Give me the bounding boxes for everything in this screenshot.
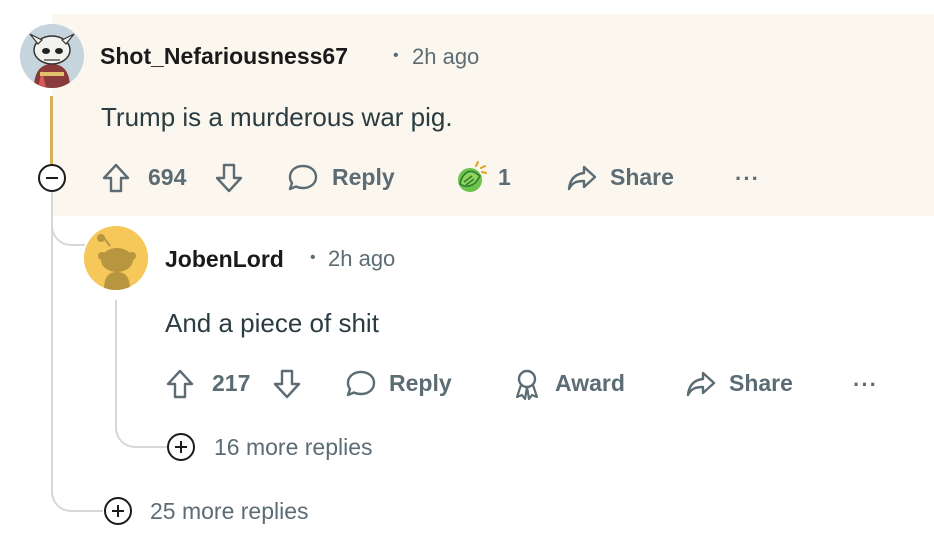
comment-timestamp[interactable]: 2h ago	[328, 246, 395, 272]
more-options-button[interactable]: ···	[735, 166, 760, 192]
thread-line-active	[50, 96, 53, 166]
reply-bubble-icon[interactable]	[345, 369, 377, 399]
plus-icon	[175, 441, 187, 453]
reply-button[interactable]: Reply	[389, 370, 452, 397]
comment-timestamp[interactable]: 2h ago	[412, 44, 479, 70]
collapse-thread-button[interactable]	[38, 164, 66, 192]
thread-line-reply	[115, 300, 117, 420]
hands-award-icon[interactable]	[452, 160, 488, 196]
downvote-icon[interactable]	[214, 162, 244, 194]
default-snoo-icon	[84, 226, 148, 290]
share-arrow-icon[interactable]	[685, 370, 717, 398]
upvote-icon[interactable]	[101, 162, 131, 194]
snoo-avatar-image	[20, 24, 84, 88]
minus-icon	[46, 176, 58, 180]
separator-dot: •	[310, 249, 316, 266]
thread-branch-curve-1	[51, 210, 85, 246]
more-replies-link[interactable]: 25 more replies	[150, 498, 309, 525]
comment-author[interactable]: Shot_Nefariousness67	[100, 43, 348, 70]
downvote-icon[interactable]	[272, 368, 302, 400]
avatar[interactable]	[20, 24, 84, 88]
share-button[interactable]: Share	[729, 370, 793, 397]
vote-count: 694	[148, 164, 187, 190]
reply-button[interactable]: Reply	[332, 164, 395, 191]
share-button[interactable]: Share	[610, 164, 674, 191]
plus-icon	[112, 505, 124, 517]
comment-author[interactable]: JobenLord	[165, 246, 284, 273]
upvote-icon[interactable]	[165, 368, 195, 400]
award-count: 1	[498, 164, 511, 190]
thread-branch-curve-2	[51, 480, 103, 512]
more-options-button[interactable]: ···	[853, 372, 878, 398]
more-replies-link[interactable]: 16 more replies	[214, 434, 373, 461]
share-arrow-icon[interactable]	[566, 164, 598, 192]
thread-branch-curve-3	[115, 416, 167, 448]
comment-body: Trump is a murderous war pig.	[101, 102, 453, 132]
comment-body: And a piece of shit	[165, 308, 379, 338]
avatar[interactable]	[84, 226, 148, 290]
separator-dot: •	[393, 47, 399, 64]
expand-replies-button[interactable]	[167, 433, 195, 461]
vote-count: 217	[212, 370, 251, 396]
award-ribbon-icon[interactable]	[512, 367, 542, 401]
award-button[interactable]: Award	[555, 370, 625, 397]
expand-replies-button[interactable]	[104, 497, 132, 525]
reply-bubble-icon[interactable]	[287, 163, 319, 193]
